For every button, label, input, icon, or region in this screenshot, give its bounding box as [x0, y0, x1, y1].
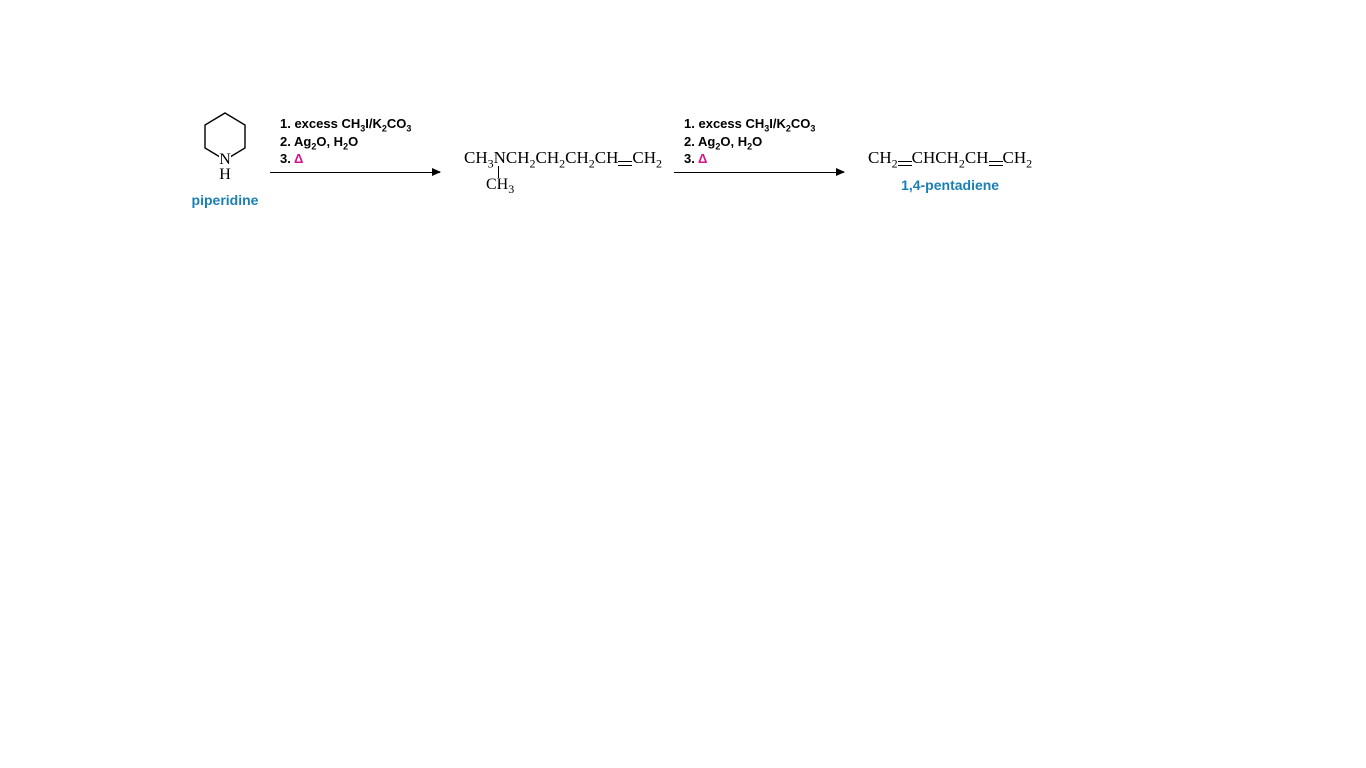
product-name: 1,4-pentadiene — [901, 177, 999, 193]
intermediate-formula: CH3NCH2CH2CH2CHCH2 CH3 — [464, 148, 662, 171]
step1-line1: 1. excess CH3I/K2CO3 — [280, 116, 411, 134]
piperidine-ring-icon: N — [200, 110, 250, 168]
reaction-arrow-1: 1. excess CH3I/K2CO3 2. Ag2O, H2O 3. Δ — [270, 116, 450, 173]
arrow-icon — [270, 172, 440, 173]
conditions-1: 1. excess CH3I/K2CO3 2. Ag2O, H2O 3. Δ — [270, 116, 417, 170]
step2-line2: 2. Ag2O, H2O — [684, 134, 762, 152]
product-formula: CH2CHCH2CHCH2 — [868, 148, 1032, 171]
reactant-name: piperidine — [192, 192, 259, 208]
delta-icon: Δ — [294, 151, 303, 166]
step2-line1: 1. excess CH3I/K2CO3 — [684, 116, 815, 134]
product-block: CH2CHCH2CHCH2 1,4-pentadiene — [868, 148, 1032, 193]
step1-line3: 3. Δ — [280, 151, 303, 166]
nh-label: H — [219, 166, 231, 184]
intermediate-block: CH3NCH2CH2CH2CHCH2 CH3 — [464, 148, 662, 171]
conditions-2: 1. excess CH3I/K2CO3 2. Ag2O, H2O 3. Δ — [674, 116, 821, 170]
step2-line3: 3. Δ — [684, 151, 707, 166]
arrow-icon — [674, 172, 844, 173]
reaction-arrow-2: 1. excess CH3I/K2CO3 2. Ag2O, H2O 3. Δ — [674, 116, 854, 173]
step1-line2: 2. Ag2O, H2O — [280, 134, 358, 152]
reaction-scheme: N H piperidine 1. excess CH3I/K2CO3 2. A… — [190, 110, 1032, 208]
reactant-block: N H piperidine — [190, 110, 260, 208]
delta-icon: Δ — [698, 151, 707, 166]
n-methyl: CH3 — [486, 176, 514, 197]
